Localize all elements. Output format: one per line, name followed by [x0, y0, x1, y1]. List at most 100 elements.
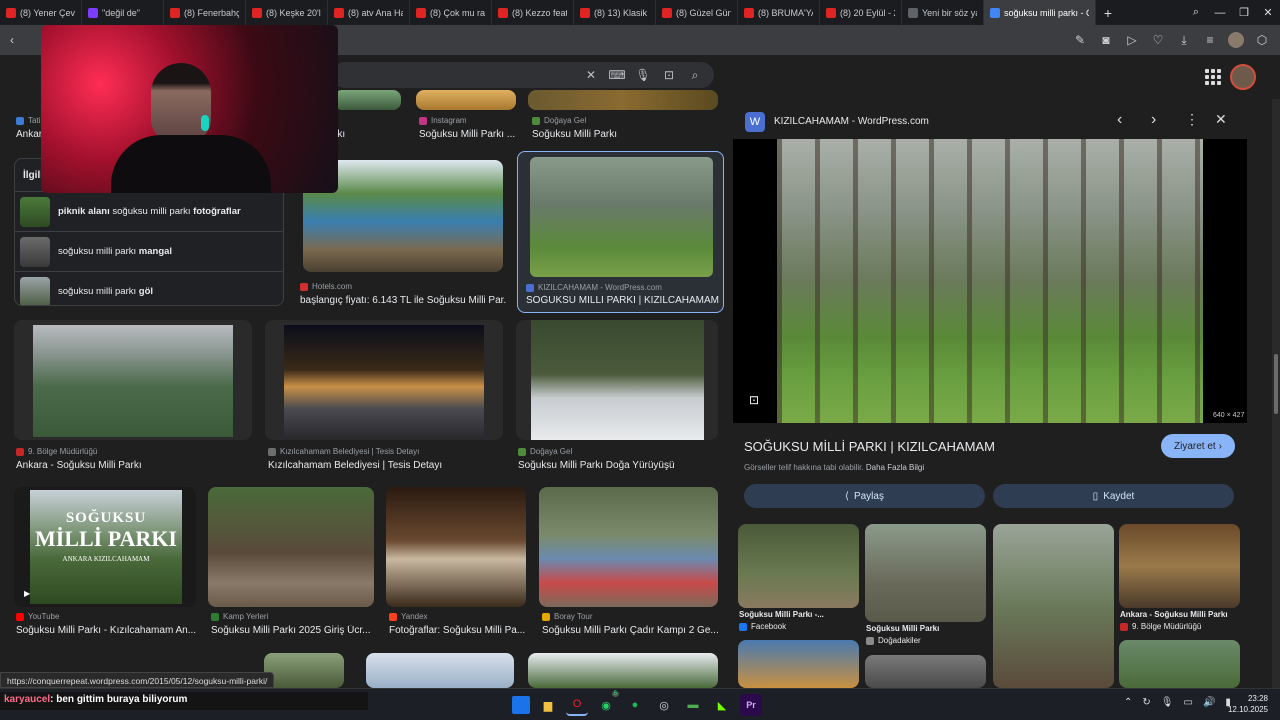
close-window-button[interactable]: ✕ — [1256, 0, 1280, 25]
volume-icon[interactable]: 🔊 — [1203, 697, 1215, 708]
browser-tab[interactable]: (8) 13) Klasik Koşı — [574, 0, 656, 25]
premiere-icon[interactable]: Pr — [740, 694, 762, 716]
download-icon[interactable]: ⤓ — [1172, 28, 1196, 52]
main-preview-image[interactable]: ⊡ 640 × 427 — [733, 139, 1247, 423]
back-icon[interactable]: ‹ — [0, 28, 24, 52]
result-image-row5b[interactable] — [366, 653, 514, 688]
more-options-icon[interactable]: ⋮ — [1185, 111, 1199, 128]
next-image-icon[interactable]: › — [1151, 111, 1156, 129]
search-icon[interactable]: ⌕ — [686, 66, 704, 84]
result-image-museum[interactable] — [386, 487, 526, 607]
result-title[interactable]: Soğuksu Milli Parkı 2025 Giriş Ücr... — [211, 625, 375, 636]
browser-tab[interactable]: Yeni bir söz yazma — [902, 0, 984, 25]
app-green-icon[interactable]: ◣ — [711, 694, 733, 716]
result-image-picnic[interactable] — [208, 487, 374, 607]
similar-image-3[interactable] — [993, 524, 1114, 688]
profile-avatar[interactable] — [1224, 28, 1248, 52]
file-explorer-icon[interactable]: ▆ — [537, 694, 559, 716]
lens-icon[interactable]: ⊡ — [660, 66, 678, 84]
camera-icon[interactable]: ◙ — [1094, 28, 1118, 52]
scroll-thumb[interactable] — [1274, 354, 1278, 414]
chevron-up-icon[interactable]: ⌃ — [1124, 697, 1132, 708]
result-title[interactable]: Soğuksu Milli Parkı Çadır Kampı 2 Ge... — [542, 625, 718, 636]
browser-tab[interactable]: (8) 20 Eylül - 27 E — [820, 0, 902, 25]
similar-image-2[interactable] — [865, 524, 986, 622]
keyboard-icon[interactable]: ⌨ — [608, 66, 626, 84]
edit-icon[interactable]: ✎ — [1068, 28, 1092, 52]
maximize-button[interactable]: ❐ — [1232, 0, 1256, 25]
search-bar[interactable]: ✕ ⌨ 🎙 ⊡ ⌕ — [332, 62, 714, 88]
minimize-button[interactable]: — — [1208, 0, 1232, 25]
browser-tab[interactable]: "değil de" — [82, 0, 164, 25]
close-panel-icon[interactable]: ✕ — [1215, 111, 1227, 128]
terminal-icon[interactable]: ▬ — [682, 694, 704, 716]
browser-tab[interactable]: (8) Çok mu rahatı — [410, 0, 492, 25]
browser-tab[interactable]: (8) Yener Çevik - I — [0, 0, 82, 25]
result-title[interactable]: Soğuksu Milli Parkı Doğa Yürüyüşü — [518, 460, 675, 471]
obs-icon[interactable]: ◎ — [653, 694, 675, 716]
visit-button[interactable]: Ziyaret et › — [1161, 434, 1235, 458]
result-image-camping[interactable] — [539, 487, 718, 607]
similar-title[interactable]: Ankara - Soğuksu Milli Parkı — [1120, 610, 1228, 619]
clear-search-icon[interactable]: ✕ — [582, 66, 600, 84]
result-image-selected[interactable] — [530, 157, 713, 277]
browser-tab[interactable]: (8) Kezzo feat. Fre — [492, 0, 574, 25]
windows-start-icon[interactable] — [512, 696, 530, 714]
microphone-icon[interactable]: 🎙 — [634, 66, 652, 84]
similar-image-5[interactable] — [738, 640, 859, 688]
result-title[interactable]: SOĞUKSU MİLLİ PARKI | KIZILCAHAMAM — [526, 295, 719, 306]
result-title[interactable]: Soğuksu Milli Parkı - Kızılcahamam An... — [16, 625, 196, 636]
result-title[interactable]: Soğuksu Milli Parkı ... — [419, 129, 519, 140]
browser-tab[interactable]: (8) BRUMA'YA NE — [738, 0, 820, 25]
related-item[interactable]: piknik alanı soğuksu milli parkı fotoğra… — [15, 191, 283, 231]
browser-tab[interactable]: (8) Fenerbahçe - A — [164, 0, 246, 25]
result-image-snow[interactable] — [516, 320, 718, 440]
spotify-icon[interactable]: ● — [624, 694, 646, 716]
result-title[interactable]: Kızılcahamam Belediyesi | Tesis Detayı — [268, 460, 442, 471]
display-icon[interactable]: ▭ — [1183, 697, 1192, 708]
result-image-row5a[interactable] — [264, 653, 344, 688]
more-info-link[interactable]: Daha Fazla Bilgi — [866, 463, 924, 472]
similar-image-7[interactable] — [1119, 640, 1240, 688]
browser-tab[interactable]: (8) atv Ana Haber — [328, 0, 410, 25]
browser-tab[interactable]: (8) Keşke 20'lerim — [246, 0, 328, 25]
related-item[interactable]: soğuksu milli parkı mangal — [15, 231, 283, 271]
share-button[interactable]: ⟨ Paylaş — [744, 484, 985, 508]
result-image-1[interactable] — [334, 90, 401, 110]
result-image-youtube[interactable]: SOĞUKSU MİLLİ PARKI ANKARA KIZILCAHAMAM … — [14, 487, 196, 607]
opera-icon[interactable]: O — [566, 694, 588, 716]
similar-title[interactable]: Soğuksu Milli Parkı — [866, 624, 939, 633]
extensions-icon[interactable]: ⬡ — [1250, 28, 1274, 52]
menu-icon[interactable]: ≡ — [1198, 28, 1222, 52]
selected-result-card[interactable]: KIZILCAHAMAM - WordPress.com SOĞUKSU MİL… — [517, 151, 724, 313]
whatsapp-icon[interactable]: ◉ 5 — [595, 691, 619, 716]
result-title[interactable]: Ankara - Soğuksu Milli Parkı — [16, 460, 142, 471]
page-scrollbar[interactable] — [1272, 99, 1280, 688]
heart-icon[interactable]: ♡ — [1146, 28, 1170, 52]
panel-site-name[interactable]: KIZILCAHAMAM - WordPress.com — [774, 116, 929, 127]
browser-tab[interactable]: soğuksu milli parkı - Goo — [984, 0, 1096, 25]
prev-image-icon[interactable]: ‹ — [1117, 111, 1122, 129]
result-image-3[interactable] — [528, 90, 718, 110]
related-item[interactable]: soğuksu milli parkı göl — [15, 271, 283, 305]
google-account-avatar[interactable] — [1230, 64, 1256, 90]
similar-image-4[interactable] — [1119, 524, 1240, 608]
similar-title[interactable]: Soğuksu Milli Parkı -... — [739, 610, 824, 619]
result-image-2[interactable] — [416, 90, 516, 110]
result-title[interactable]: Soğuksu Milli Parkı — [532, 129, 617, 140]
taskbar-clock[interactable]: 23:28 12.10.2025 — [1228, 693, 1268, 715]
result-title[interactable]: Fotoğraflar: Soğuksu Milli Pa... — [389, 625, 525, 636]
similar-image-1[interactable] — [738, 524, 859, 608]
result-image-aerial[interactable] — [14, 320, 252, 440]
similar-image-6[interactable] — [865, 655, 986, 688]
result-image-night[interactable] — [265, 320, 503, 440]
new-tab-button[interactable]: + — [1096, 0, 1120, 25]
lens-search-icon[interactable]: ⊡ — [749, 393, 759, 407]
save-button[interactable]: ▯ Kaydet — [993, 484, 1234, 508]
result-title[interactable]: başlangıç fiyatı: 6.143 TL ile Soğuksu M… — [300, 295, 506, 306]
result-image-row5c[interactable] — [528, 653, 718, 688]
browser-tab[interactable]: (8) Güzel Günleri — [656, 0, 738, 25]
play-icon[interactable]: ▷ — [1120, 28, 1144, 52]
search-tabs-icon[interactable]: ⌕ — [1184, 0, 1208, 25]
apps-grid-icon[interactable] — [1203, 67, 1221, 85]
